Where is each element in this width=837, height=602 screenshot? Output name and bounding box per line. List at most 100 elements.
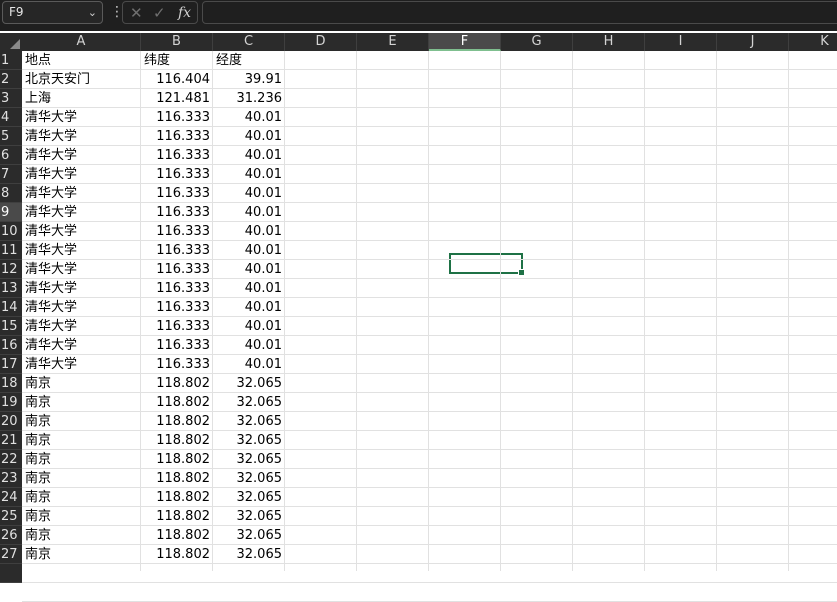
cell-a4[interactable]: 清华大学 bbox=[22, 108, 141, 127]
row-header-1[interactable]: 1 bbox=[0, 51, 22, 70]
cell-b14[interactable]: 116.333 bbox=[141, 298, 213, 317]
row-header-6[interactable]: 6 bbox=[0, 146, 22, 165]
column-header-d[interactable]: D bbox=[285, 33, 357, 51]
cell-b22[interactable]: 118.802 bbox=[141, 450, 213, 469]
cell-a10[interactable]: 清华大学 bbox=[22, 222, 141, 241]
cell-c16[interactable]: 40.01 bbox=[213, 336, 285, 355]
row-header-14[interactable]: 14 bbox=[0, 298, 22, 317]
cell-c23[interactable]: 32.065 bbox=[213, 469, 285, 488]
cell-c7[interactable]: 40.01 bbox=[213, 165, 285, 184]
cell-b3[interactable]: 121.481 bbox=[141, 89, 213, 108]
cell-b12[interactable]: 116.333 bbox=[141, 260, 213, 279]
cell-b24[interactable]: 118.802 bbox=[141, 488, 213, 507]
row-header-21[interactable]: 21 bbox=[0, 431, 22, 450]
cell-c20[interactable]: 32.065 bbox=[213, 412, 285, 431]
cell-c17[interactable]: 40.01 bbox=[213, 355, 285, 374]
cell-c15[interactable]: 40.01 bbox=[213, 317, 285, 336]
cell-c13[interactable]: 40.01 bbox=[213, 279, 285, 298]
cell-a2[interactable]: 北京天安门 bbox=[22, 70, 141, 89]
cell-c12[interactable]: 40.01 bbox=[213, 260, 285, 279]
cell-a21[interactable]: 南京 bbox=[22, 431, 141, 450]
cell-c25[interactable]: 32.065 bbox=[213, 507, 285, 526]
cell-b17[interactable]: 116.333 bbox=[141, 355, 213, 374]
row-header-7[interactable]: 7 bbox=[0, 165, 22, 184]
cancel-icon[interactable]: ✕ bbox=[130, 3, 143, 23]
cell-area[interactable]: 地点 纬度 经度 北京天安门 116.404 39.91 上海 121.481 31.236 清华… bbox=[22, 51, 837, 602]
row-header-12[interactable]: 12 bbox=[0, 260, 22, 279]
row-header-20[interactable]: 20 bbox=[0, 412, 22, 431]
row-header-23[interactable]: 23 bbox=[0, 469, 22, 488]
cell-b21[interactable]: 118.802 bbox=[141, 431, 213, 450]
column-header-h[interactable]: H bbox=[573, 33, 645, 51]
cell-c10[interactable]: 40.01 bbox=[213, 222, 285, 241]
cell-c1[interactable]: 经度 bbox=[213, 51, 285, 70]
cell-a3[interactable]: 上海 bbox=[22, 89, 141, 108]
cell-c2[interactable]: 39.91 bbox=[213, 70, 285, 89]
cell-b20[interactable]: 118.802 bbox=[141, 412, 213, 431]
cell-c27[interactable]: 32.065 bbox=[213, 545, 285, 564]
row-header-partial[interactable] bbox=[0, 564, 22, 583]
cell-a7[interactable]: 清华大学 bbox=[22, 165, 141, 184]
row-header-4[interactable]: 4 bbox=[0, 108, 22, 127]
row-header-11[interactable]: 11 bbox=[0, 241, 22, 260]
column-header-k[interactable]: K bbox=[789, 33, 837, 51]
cell-b4[interactable]: 116.333 bbox=[141, 108, 213, 127]
row-header-13[interactable]: 13 bbox=[0, 279, 22, 298]
row-header-17[interactable]: 17 bbox=[0, 355, 22, 374]
row-header-24[interactable]: 24 bbox=[0, 488, 22, 507]
row-header-15[interactable]: 15 bbox=[0, 317, 22, 336]
row-header-22[interactable]: 22 bbox=[0, 450, 22, 469]
cell-a11[interactable]: 清华大学 bbox=[22, 241, 141, 260]
cell-b23[interactable]: 118.802 bbox=[141, 469, 213, 488]
column-header-a[interactable]: A bbox=[22, 33, 141, 51]
cell-a22[interactable]: 南京 bbox=[22, 450, 141, 469]
column-header-g[interactable]: G bbox=[501, 33, 573, 51]
row-header-5[interactable]: 5 bbox=[0, 127, 22, 146]
formula-input[interactable] bbox=[202, 1, 837, 24]
cell-c6[interactable]: 40.01 bbox=[213, 146, 285, 165]
column-header-i[interactable]: I bbox=[645, 33, 717, 51]
column-header-j[interactable]: J bbox=[717, 33, 789, 51]
cell-c24[interactable]: 32.065 bbox=[213, 488, 285, 507]
cell-b10[interactable]: 116.333 bbox=[141, 222, 213, 241]
row-header-18[interactable]: 18 bbox=[0, 374, 22, 393]
cell-a14[interactable]: 清华大学 bbox=[22, 298, 141, 317]
row-header-19[interactable]: 19 bbox=[0, 393, 22, 412]
cell-a13[interactable]: 清华大学 bbox=[22, 279, 141, 298]
row-header-26[interactable]: 26 bbox=[0, 526, 22, 545]
cell-b2[interactable]: 116.404 bbox=[141, 70, 213, 89]
row-header-8[interactable]: 8 bbox=[0, 184, 22, 203]
cell-b18[interactable]: 118.802 bbox=[141, 374, 213, 393]
cell-a8[interactable]: 清华大学 bbox=[22, 184, 141, 203]
cell-c21[interactable]: 32.065 bbox=[213, 431, 285, 450]
column-header-c[interactable]: C bbox=[213, 33, 285, 51]
cell-b8[interactable]: 116.333 bbox=[141, 184, 213, 203]
column-header-b[interactable]: B bbox=[141, 33, 213, 51]
row-header-9[interactable]: 9 bbox=[0, 203, 22, 222]
cell-b27[interactable]: 118.802 bbox=[141, 545, 213, 564]
cell-a6[interactable]: 清华大学 bbox=[22, 146, 141, 165]
cell-b11[interactable]: 116.333 bbox=[141, 241, 213, 260]
cell-b7[interactable]: 116.333 bbox=[141, 165, 213, 184]
row-header-2[interactable]: 2 bbox=[0, 70, 22, 89]
cell-a26[interactable]: 南京 bbox=[22, 526, 141, 545]
fill-handle[interactable] bbox=[518, 269, 525, 276]
row-header-10[interactable]: 10 bbox=[0, 222, 22, 241]
cell-a12[interactable]: 清华大学 bbox=[22, 260, 141, 279]
cell-c11[interactable]: 40.01 bbox=[213, 241, 285, 260]
cell-c26[interactable]: 32.065 bbox=[213, 526, 285, 545]
cell-a23[interactable]: 南京 bbox=[22, 469, 141, 488]
cell-c22[interactable]: 32.065 bbox=[213, 450, 285, 469]
row-header-27[interactable]: 27 bbox=[0, 545, 22, 564]
cell-c5[interactable]: 40.01 bbox=[213, 127, 285, 146]
cell-b15[interactable]: 116.333 bbox=[141, 317, 213, 336]
cell-b5[interactable]: 116.333 bbox=[141, 127, 213, 146]
cell-c18[interactable]: 32.065 bbox=[213, 374, 285, 393]
cell-a1[interactable]: 地点 bbox=[22, 51, 141, 70]
cell-c4[interactable]: 40.01 bbox=[213, 108, 285, 127]
cell-a27[interactable]: 南京 bbox=[22, 545, 141, 564]
cell-a20[interactable]: 南京 bbox=[22, 412, 141, 431]
cell-c14[interactable]: 40.01 bbox=[213, 298, 285, 317]
select-all-button[interactable] bbox=[0, 33, 22, 51]
cell-b26[interactable]: 118.802 bbox=[141, 526, 213, 545]
